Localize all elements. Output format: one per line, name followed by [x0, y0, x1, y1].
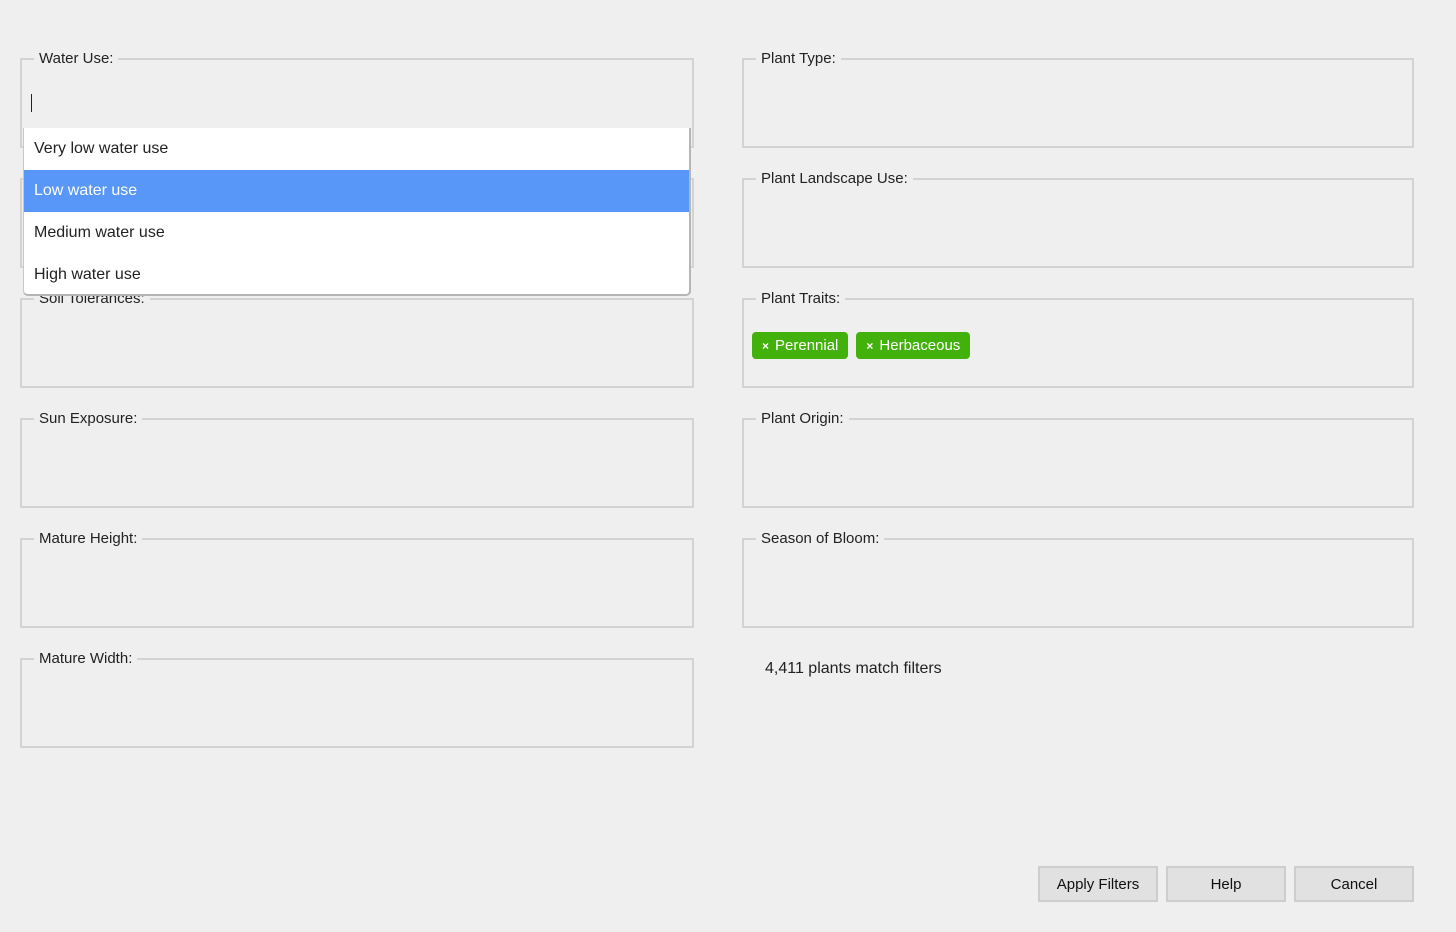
- tag-label: Herbaceous: [879, 336, 961, 354]
- plant-landscape-use-label: Plant Landscape Use:: [756, 169, 913, 189]
- tag-herbaceous[interactable]: × Herbaceous: [856, 332, 971, 359]
- mature-width-label: Mature Width:: [34, 649, 138, 669]
- text-cursor: [31, 94, 32, 112]
- apply-filters-button[interactable]: Apply Filters: [1038, 866, 1158, 902]
- remove-tag-icon[interactable]: ×: [866, 334, 873, 358]
- match-count-text: 4,411 plants match filters: [765, 660, 942, 677]
- plant-traits-filter[interactable]: Plant Traits: × Perennial × Herbaceous: [742, 289, 1414, 388]
- sun-exposure-filter[interactable]: Sun Exposure:: [20, 409, 694, 508]
- plant-origin-filter[interactable]: Plant Origin:: [742, 409, 1414, 508]
- season-of-bloom-filter[interactable]: Season of Bloom:: [742, 529, 1414, 628]
- plant-traits-tags: × Perennial × Herbaceous: [752, 332, 971, 359]
- plant-origin-label: Plant Origin:: [756, 409, 849, 429]
- option-medium-water-use[interactable]: Medium water use: [24, 212, 689, 254]
- plant-type-filter[interactable]: Plant Type:: [742, 49, 1414, 148]
- sun-exposure-label: Sun Exposure:: [34, 409, 143, 429]
- mature-width-filter[interactable]: Mature Width:: [20, 649, 694, 748]
- help-button[interactable]: Help: [1166, 866, 1286, 902]
- plant-traits-label: Plant Traits:: [756, 289, 846, 309]
- plant-type-label: Plant Type:: [756, 49, 841, 69]
- option-low-water-use[interactable]: Low water use: [24, 170, 689, 212]
- tag-label: Perennial: [775, 336, 839, 354]
- option-very-low-water-use[interactable]: Very low water use: [24, 128, 689, 170]
- season-of-bloom-label: Season of Bloom:: [756, 529, 885, 549]
- water-use-dropdown[interactable]: Very low water use Low water use Medium …: [23, 128, 691, 296]
- water-use-label: Water Use:: [34, 49, 119, 69]
- mature-height-filter[interactable]: Mature Height:: [20, 529, 694, 628]
- option-high-water-use[interactable]: High water use: [24, 254, 689, 294]
- remove-tag-icon[interactable]: ×: [762, 334, 769, 358]
- soil-tolerances-filter[interactable]: Soil Tolerances:: [20, 289, 694, 388]
- plant-landscape-use-filter[interactable]: Plant Landscape Use:: [742, 169, 1414, 268]
- cancel-button[interactable]: Cancel: [1294, 866, 1414, 902]
- mature-height-label: Mature Height:: [34, 529, 143, 549]
- tag-perennial[interactable]: × Perennial: [752, 332, 849, 359]
